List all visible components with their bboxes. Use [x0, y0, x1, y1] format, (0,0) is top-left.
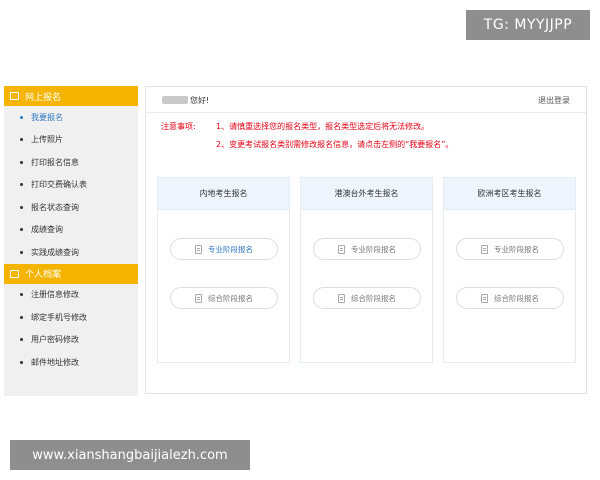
greeting-text: 您好!	[190, 96, 210, 105]
document-icon	[195, 293, 202, 303]
document-icon	[481, 244, 488, 254]
logout-link[interactable]: 退出登录	[538, 95, 570, 106]
sidebar-item-label: 邮件地址修改	[31, 357, 79, 367]
redacted-username	[162, 96, 188, 104]
bullet-icon	[20, 250, 23, 254]
sidebar-item-label: 打印交费确认表	[31, 180, 87, 190]
document-icon	[338, 293, 345, 303]
main-panel: 您好! 退出登录 注意事项: 1、请慎重选择您的报名类型，报名类型选定后将无法修…	[145, 86, 587, 394]
sidebar-item-label: 注册信息修改	[31, 290, 79, 300]
sidebar: 网上报名 我要报名 上传照片 打印报名信息 打印交费确认表 报名状态查询 成绩查…	[4, 86, 138, 396]
sidebar-item-score-query[interactable]: 成绩查询	[4, 219, 138, 242]
monitor-icon	[10, 92, 19, 100]
sidebar-item-edit-phone[interactable]: 绑定手机号修改	[4, 306, 138, 329]
bullet-icon	[20, 293, 23, 297]
document-icon	[195, 244, 202, 254]
button-label: 专业阶段报名	[208, 244, 253, 254]
sidebar-item-practice-score-query[interactable]: 实践成绩查询	[4, 241, 138, 264]
bullet-icon	[20, 315, 23, 319]
sidebar-item-label: 用户密码修改	[31, 335, 79, 345]
sidebar-section-profile: 个人档案	[4, 263, 138, 284]
card-title: 欧洲考区考生报名	[444, 178, 575, 210]
registration-cards: 内地考生报名 专业阶段报名 综合阶段报名 港澳台外考生报名 专业阶段报名 综合阶…	[157, 177, 577, 363]
sidebar-menu-registration: 我要报名 上传照片 打印报名信息 打印交费确认表 报名状态查询 成绩查询 实践成…	[4, 106, 138, 264]
button-label: 综合阶段报名	[494, 293, 539, 303]
professional-stage-button[interactable]: 专业阶段报名	[456, 238, 564, 260]
card-title: 港澳台外考生报名	[301, 178, 432, 210]
card-mainland: 内地考生报名 专业阶段报名 综合阶段报名	[157, 177, 290, 363]
bullet-icon	[20, 138, 23, 142]
comprehensive-stage-button[interactable]: 综合阶段报名	[170, 287, 278, 309]
sidebar-section-title: 个人档案	[25, 270, 62, 280]
comprehensive-stage-button[interactable]: 综合阶段报名	[313, 287, 421, 309]
professional-stage-button[interactable]: 专业阶段报名	[170, 238, 278, 260]
notice-label: 注意事项:	[161, 122, 196, 131]
comprehensive-stage-button[interactable]: 综合阶段报名	[456, 287, 564, 309]
bullet-icon	[20, 205, 23, 209]
sidebar-item-label: 绑定手机号修改	[31, 312, 87, 322]
button-label: 专业阶段报名	[351, 244, 396, 254]
sidebar-item-edit-email[interactable]: 邮件地址修改	[4, 351, 138, 374]
sidebar-item-status-query[interactable]: 报名状态查询	[4, 196, 138, 219]
document-icon	[338, 244, 345, 254]
sidebar-section-online-registration: 网上报名	[4, 86, 138, 106]
card-europe: 欧洲考区考生报名 专业阶段报名 综合阶段报名	[443, 177, 576, 363]
sidebar-item-label: 我要报名	[31, 112, 63, 122]
button-label: 综合阶段报名	[351, 293, 396, 303]
sidebar-menu-profile: 注册信息修改 绑定手机号修改 用户密码修改 邮件地址修改	[4, 284, 138, 374]
card-hk-macao-taiwan-foreign: 港澳台外考生报名 专业阶段报名 综合阶段报名	[300, 177, 433, 363]
professional-stage-button[interactable]: 专业阶段报名	[313, 238, 421, 260]
sidebar-item-label: 上传照片	[31, 135, 63, 145]
sidebar-section-title: 网上报名	[25, 92, 62, 103]
id-card-icon	[10, 269, 19, 278]
bullet-icon	[20, 228, 23, 232]
sidebar-item-print-registration[interactable]: 打印报名信息	[4, 151, 138, 174]
bullet-icon	[20, 115, 23, 119]
notice-line-1: 1、请慎重选择您的报名类型，报名类型选定后将无法修改。	[216, 122, 430, 131]
sidebar-item-upload-photo[interactable]: 上传照片	[4, 129, 138, 152]
sidebar-item-label: 报名状态查询	[31, 202, 79, 212]
sidebar-item-edit-registration-info[interactable]: 注册信息修改	[4, 284, 138, 307]
watermark-top: TG: MYYJJPP	[466, 10, 590, 40]
top-bar: 您好! 退出登录	[146, 87, 586, 113]
bullet-icon	[20, 338, 23, 342]
document-icon	[481, 293, 488, 303]
watermark-bottom: www.xianshangbaijialezh.com	[10, 440, 250, 470]
bullet-icon	[20, 183, 23, 187]
notice-line-2: 2、变更考试报名类别需修改报名信息，请点击左侧的“我要报名”。	[216, 140, 454, 149]
bullet-icon	[20, 160, 23, 164]
card-title: 内地考生报名	[158, 178, 289, 210]
sidebar-item-label: 打印报名信息	[31, 157, 79, 167]
sidebar-item-print-fee-form[interactable]: 打印交费确认表	[4, 174, 138, 197]
sidebar-item-label: 实践成绩查询	[31, 247, 79, 257]
sidebar-item-label: 成绩查询	[31, 225, 63, 235]
button-label: 专业阶段报名	[494, 244, 539, 254]
sidebar-item-edit-password[interactable]: 用户密码修改	[4, 329, 138, 352]
button-label: 综合阶段报名	[208, 293, 253, 303]
bullet-icon	[20, 360, 23, 364]
sidebar-item-register[interactable]: 我要报名	[4, 106, 138, 129]
